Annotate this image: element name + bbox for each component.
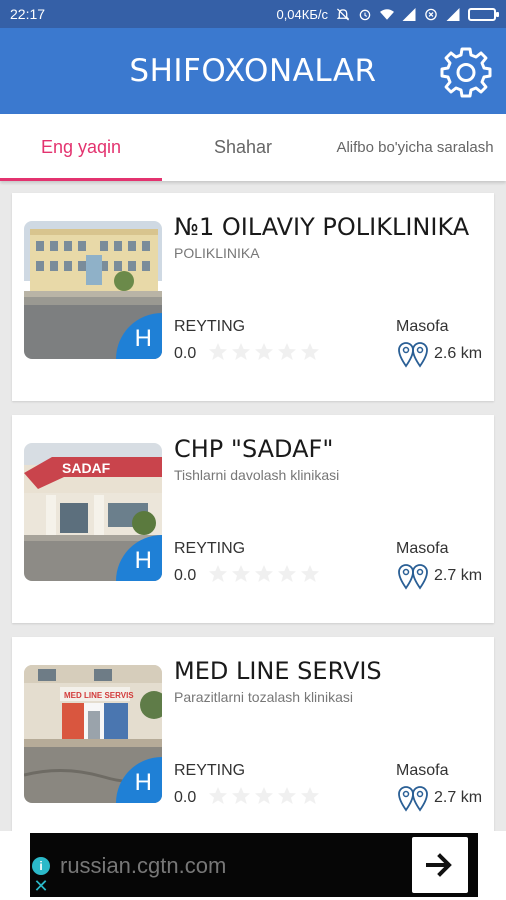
tab-eng-yaqin[interactable]: Eng yaqin	[0, 114, 162, 181]
star-icon	[255, 565, 273, 582]
mute-icon	[336, 7, 350, 21]
tab-shahar[interactable]: Shahar	[162, 114, 324, 181]
data-saver-icon	[425, 8, 437, 20]
map-pin-icon	[398, 786, 428, 812]
hospital-name: №1 OILAVIY POLIKLINIKA	[174, 213, 470, 241]
arrow-right-icon[interactable]	[412, 837, 468, 893]
ad-content[interactable]: russian.cgtn.com	[30, 833, 478, 897]
tab-alifbo[interactable]: Alifbo bo'yicha saralash	[324, 114, 506, 181]
hospital-type: Tishlarni davolash klinikasi	[174, 467, 340, 483]
distance: 2.7 km	[398, 784, 482, 812]
star-icon	[209, 787, 227, 804]
hospital-name: CHP "SADAF"	[174, 435, 334, 463]
hospital-name: MED LINE SERVIS	[174, 657, 382, 685]
rating-stars	[208, 786, 320, 806]
status-time: 22:17	[10, 6, 46, 22]
hospital-card[interactable]: H №1 OILAVIY POLIKLINIKA POLIKLINIKA REY…	[12, 193, 494, 401]
hospital-photo: H	[24, 221, 162, 359]
battery-icon	[468, 7, 499, 21]
tab-bar: Eng yaqin Shahar Alifbo bo'yicha saralas…	[0, 114, 506, 181]
hospital-photo: SADAF H	[24, 443, 162, 581]
rating-value: 0.0	[174, 567, 197, 584]
star-icon	[278, 343, 296, 360]
star-icon	[301, 565, 319, 582]
rating-label: REYTING	[174, 762, 246, 779]
hospital-photo: MED LINE SERVIS H	[24, 665, 162, 803]
rating-stars	[208, 564, 320, 584]
gear-icon[interactable]	[440, 46, 492, 98]
alarm-icon	[359, 9, 371, 20]
star-icon	[232, 343, 250, 360]
hospital-type: Parazitlarni tozalash klinikasi	[174, 689, 353, 705]
star-icon	[232, 565, 250, 582]
star-icon	[209, 565, 227, 582]
app-bar: SHIFOXONALAR	[0, 28, 506, 114]
rating-label: REYTING	[174, 540, 246, 557]
map-pin-icon	[398, 342, 428, 368]
hospital-card[interactable]: MED LINE SERVIS H MED LINE SERVIS Parazi…	[12, 637, 494, 831]
star-icon	[278, 787, 296, 804]
hospital-type: POLIKLINIKA	[174, 245, 260, 261]
page-title: SHIFOXONALAR	[129, 53, 377, 89]
distance-label: Masofa	[396, 318, 449, 335]
hospital-card[interactable]: SADAF H CHP "SADAF" Tishlarni davolash k…	[12, 415, 494, 623]
network-speed: 0,04КБ/с	[276, 6, 328, 22]
distance: 2.6 km	[398, 340, 482, 368]
info-icon[interactable]: i	[32, 857, 50, 875]
distance-value: 2.6 km	[434, 345, 483, 362]
star-icon	[255, 787, 273, 804]
star-icon	[301, 343, 319, 360]
distance-value: 2.7 km	[434, 789, 483, 806]
star-icon	[278, 565, 296, 582]
rating-value: 0.0	[174, 345, 197, 362]
distance-value: 2.7 km	[434, 567, 483, 584]
status-bar: 22:17 0,04КБ/с	[0, 0, 506, 28]
hospital-list: H №1 OILAVIY POLIKLINIKA POLIKLINIKA REY…	[0, 181, 506, 831]
signal-icon	[446, 7, 460, 21]
signal-icon	[402, 7, 416, 21]
star-icon	[232, 787, 250, 804]
distance: 2.7 km	[398, 562, 482, 590]
star-icon	[209, 343, 227, 360]
map-pin-icon	[398, 564, 428, 590]
svg-text:MED LINE SERVIS: MED LINE SERVIS	[64, 691, 134, 700]
distance-label: Masofa	[396, 762, 449, 779]
distance-label: Masofa	[396, 540, 449, 557]
rating-label: REYTING	[174, 318, 246, 335]
ad-banner[interactable]: russian.cgtn.com i ✕	[0, 831, 506, 900]
rating-value: 0.0	[174, 789, 197, 806]
star-icon	[255, 343, 273, 360]
rating-stars	[208, 342, 320, 362]
wifi-icon	[380, 8, 394, 20]
star-icon	[301, 787, 319, 804]
svg-text:SADAF: SADAF	[62, 460, 111, 476]
ad-text[interactable]: russian.cgtn.com	[60, 853, 226, 879]
status-icons: 0,04КБ/с	[276, 6, 499, 22]
close-icon[interactable]: ✕	[32, 877, 50, 895]
